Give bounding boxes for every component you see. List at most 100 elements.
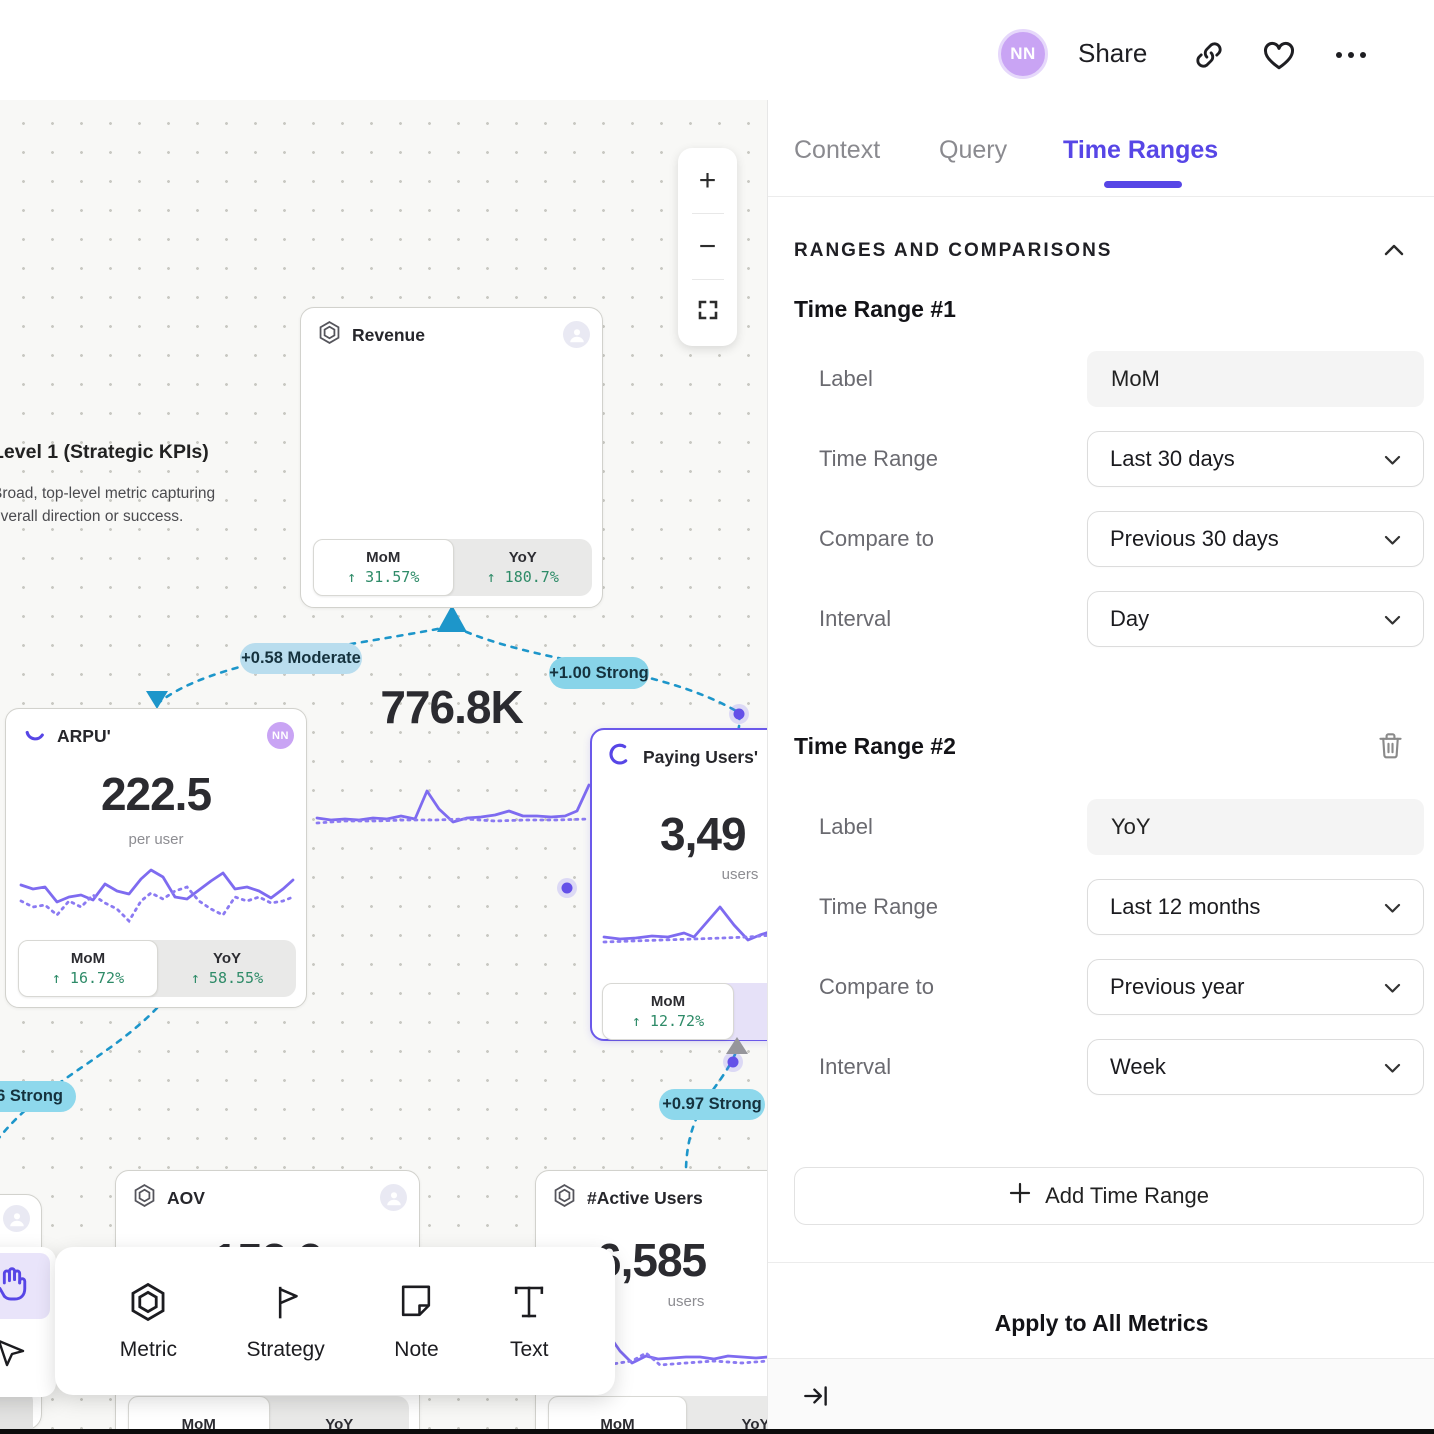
- add-note-button[interactable]: Note: [394, 1281, 438, 1362]
- comparison-toggle: MoM ↑ 31.57% YoY ↑ 180.7%: [313, 539, 592, 596]
- yoy-toggle[interactable]: YoY ↑ 180.7%: [454, 539, 593, 596]
- metric-hexagon-icon: [127, 1281, 169, 1328]
- time-range-select-2[interactable]: Last 12 months: [1087, 879, 1424, 935]
- card-title: Revenue: [352, 325, 425, 346]
- fullscreen-icon: [696, 296, 720, 330]
- collapse-section-button[interactable]: [1384, 243, 1404, 261]
- field-label-compare-to-2: Compare to: [819, 959, 934, 1015]
- metric-unit: users: [656, 1293, 716, 1310]
- label-input-2[interactable]: YoY: [1087, 799, 1424, 855]
- zoom-in-button[interactable]: +: [678, 148, 737, 213]
- annotation-line-2: overall direction or success.: [0, 505, 215, 528]
- loading-arc-icon: [608, 742, 633, 772]
- chevron-down-icon: [1384, 606, 1401, 632]
- ellipsis-icon: [1332, 51, 1370, 68]
- insert-toolbar: Metric Strategy Note: [55, 1247, 615, 1395]
- owner-avatar-icon: [380, 1184, 407, 1211]
- arrow-to-bar-icon: [801, 1398, 831, 1415]
- interval-select-1[interactable]: Day: [1087, 591, 1424, 647]
- chevron-down-icon: [1384, 974, 1401, 1000]
- metric-unit: per user: [6, 831, 306, 848]
- mom-toggle[interactable]: MoM ↑ 31.57%: [313, 539, 454, 596]
- chevron-up-icon: [1384, 243, 1404, 260]
- delete-time-range-button[interactable]: [1377, 731, 1404, 765]
- active-tab-indicator: [1104, 181, 1182, 188]
- comparison-toggle: MoM ↑ 12.72%: [602, 983, 767, 1040]
- time-range-1-title: Time Range #1: [794, 296, 956, 323]
- apply-all-metrics-button[interactable]: Apply to All Metrics: [768, 1310, 1434, 1337]
- owner-avatar-icon: [3, 1205, 30, 1232]
- metric-value: 222.5: [6, 767, 306, 821]
- add-time-range-button[interactable]: Add Time Range: [794, 1167, 1424, 1225]
- canvas-zoom-controls: + −: [678, 148, 737, 346]
- metric-hexagon-icon: [552, 1183, 577, 1213]
- owner-avatar-icon: [563, 321, 590, 348]
- correlation-badge-strong-left[interactable]: 66 Strong: [0, 1081, 76, 1112]
- link-icon: [1192, 59, 1226, 76]
- loading-arc-icon: [22, 721, 47, 751]
- yoy-toggle[interactable]: YoY ↑ 58.55%: [158, 940, 296, 997]
- metric-card-arpu[interactable]: ARPU' NN 222.5 per user MoM ↑ 16.72% YoY…: [5, 708, 307, 1008]
- note-icon: [395, 1281, 437, 1328]
- favorite-button[interactable]: [1261, 37, 1297, 78]
- user-avatar[interactable]: NN: [998, 29, 1048, 79]
- hand-icon: [0, 1264, 31, 1309]
- correlation-badge-moderate[interactable]: +0.58 Moderate: [240, 643, 362, 674]
- divider: [768, 196, 1434, 197]
- metric-tree-canvas[interactable]: Level 1 (Strategic KPIs) Broad, top-leve…: [0, 0, 767, 1434]
- level-annotation-title: Level 1 (Strategic KPIs): [0, 441, 209, 464]
- label-input-1[interactable]: MoM: [1087, 351, 1424, 407]
- correlation-badge-strong-2[interactable]: +0.97 Strong: [659, 1089, 765, 1120]
- metric-hexagon-icon: [132, 1183, 157, 1213]
- field-label-label-1: Label: [819, 351, 873, 407]
- field-label-label-2: Label: [819, 799, 873, 855]
- heart-icon: [1261, 60, 1297, 77]
- copy-link-button[interactable]: [1192, 38, 1226, 77]
- card-title: #Active Users: [587, 1188, 703, 1209]
- app-header: NN Share: [0, 0, 1434, 100]
- metric-value: 3,49: [660, 807, 746, 861]
- collapse-panel-button[interactable]: [801, 1381, 831, 1416]
- chevron-down-icon: [1384, 1054, 1401, 1080]
- metric-card-revenue[interactable]: Revenue 776.8K MoM ↑ 31.57% YoY ↑ 180.7%: [300, 307, 603, 608]
- card-header: Revenue: [317, 321, 590, 349]
- compare-to-select-1[interactable]: Previous 30 days: [1087, 511, 1424, 567]
- card-header: ARPU' NN: [22, 722, 294, 750]
- pan-tool-button[interactable]: [0, 1253, 50, 1319]
- correlation-badge-strong-1[interactable]: +1.00 Strong: [549, 657, 649, 689]
- section-ranges-comparisons: RANGES AND COMPARISONS: [794, 240, 1112, 262]
- add-metric-button[interactable]: Metric: [120, 1281, 177, 1362]
- more-options-button[interactable]: [1332, 46, 1370, 69]
- chevron-down-icon: [1384, 446, 1401, 472]
- field-label-time-range-2: Time Range: [819, 879, 938, 935]
- metric-value: 776.8K: [301, 680, 602, 734]
- screen-edge-bar: [0, 1429, 1434, 1434]
- zoom-out-button[interactable]: −: [678, 214, 737, 279]
- fit-view-button[interactable]: [678, 280, 737, 345]
- add-text-button[interactable]: Text: [508, 1281, 550, 1362]
- cursor-arrow-icon: [0, 1332, 29, 1373]
- share-button[interactable]: Share: [1078, 38, 1147, 69]
- select-tool-button[interactable]: [0, 1319, 50, 1385]
- interval-select-2[interactable]: Week: [1087, 1039, 1424, 1095]
- sparkline-chart: [602, 895, 767, 953]
- tab-time-ranges[interactable]: Time Ranges: [1063, 136, 1218, 165]
- metric-hexagon-icon: [317, 320, 342, 350]
- trash-icon: [1377, 747, 1404, 764]
- level-annotation-body: Broad, top-level metric capturing overal…: [0, 482, 215, 528]
- time-range-select-1[interactable]: Last 30 days: [1087, 431, 1424, 487]
- yoy-toggle[interactable]: [734, 983, 767, 1040]
- card-title: ARPU': [57, 726, 111, 747]
- comparison-toggle: MoM ↑ 16.72% YoY ↑ 58.55%: [18, 940, 296, 997]
- app-window: Level 1 (Strategic KPIs) Broad, top-leve…: [0, 0, 1434, 1434]
- tab-context[interactable]: Context: [794, 136, 880, 165]
- canvas-tool-strip: [0, 1247, 56, 1397]
- add-strategy-button[interactable]: Strategy: [247, 1281, 325, 1362]
- mom-toggle[interactable]: MoM ↑ 12.72%: [602, 983, 734, 1040]
- metric-card-paying-users[interactable]: Paying Users' 3,49 users MoM ↑ 12.72%: [590, 728, 767, 1041]
- tab-query[interactable]: Query: [939, 136, 1007, 165]
- mom-toggle[interactable]: MoM ↑ 16.72%: [18, 940, 158, 997]
- sparkline-chart: [19, 857, 295, 937]
- compare-to-select-2[interactable]: Previous year: [1087, 959, 1424, 1015]
- field-label-interval-1: Interval: [819, 591, 891, 647]
